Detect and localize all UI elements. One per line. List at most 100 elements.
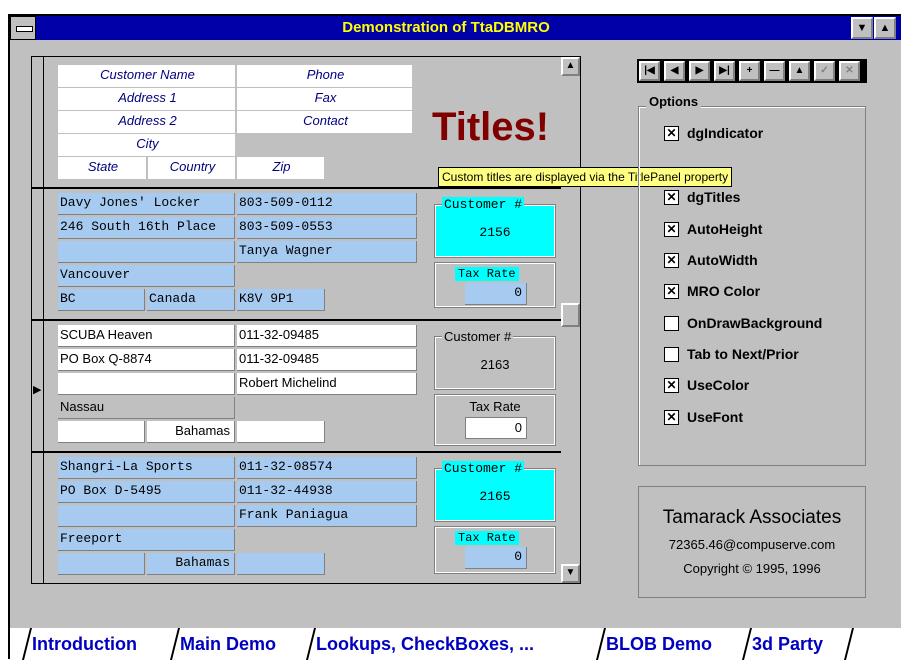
record-zip[interactable]: K8V 9P1 — [237, 289, 325, 311]
checkbox-checked-icon[interactable]: ✕ — [664, 377, 679, 393]
record-state[interactable]: BC — [58, 289, 145, 311]
title-contact: Contact — [237, 111, 412, 133]
checkbox-checked-icon[interactable]: ✕ — [664, 189, 679, 205]
tax-rate-value[interactable]: 0 — [465, 547, 527, 569]
record-phone[interactable]: 011-32-08574 — [237, 457, 417, 479]
nav-post-button[interactable]: ✓ — [814, 61, 835, 81]
record-address2[interactable] — [58, 373, 235, 395]
record-zip[interactable] — [237, 553, 325, 575]
record-address1[interactable]: PO Box D-5495 — [58, 481, 235, 503]
scroll-up-button[interactable]: ▲ — [561, 57, 580, 76]
checkbox-checked-icon[interactable]: ✕ — [664, 283, 679, 299]
option-autowidth[interactable]: ✕ AutoWidth — [664, 251, 758, 269]
tab-3d-party[interactable]: 3d Party — [752, 630, 823, 658]
nav-last-button[interactable]: ▶| — [714, 61, 735, 81]
checkbox-unchecked-icon[interactable] — [664, 346, 679, 362]
option-dgindicator[interactable]: ✕ dgIndicator — [664, 124, 763, 142]
record-address2[interactable] — [58, 505, 235, 527]
scroll-down-button[interactable]: ▼ — [561, 564, 580, 583]
record-country[interactable]: Bahamas — [147, 553, 235, 575]
record-phone[interactable]: 011-32-09485 — [237, 325, 417, 347]
checkbox-checked-icon[interactable]: ✕ — [664, 221, 679, 237]
option-label: AutoWidth — [687, 252, 758, 268]
tab-lookups-checkboxes[interactable]: Lookups, CheckBoxes, ... — [316, 630, 534, 658]
scroll-down-icon: ▼ — [565, 567, 576, 578]
nav-cancel-button[interactable]: ✕ — [839, 61, 860, 81]
last-record-icon: ▶| — [719, 65, 730, 76]
about-panel: Tamarack Associates 72365.46@compuserve.… — [638, 486, 866, 598]
record-city[interactable]: Vancouver — [58, 265, 235, 287]
record-fax[interactable]: 803-509-0553 — [237, 217, 417, 239]
record-state[interactable] — [58, 553, 145, 575]
title-zip: Zip — [237, 157, 324, 179]
record-city[interactable]: Freeport — [58, 529, 235, 551]
record-contact[interactable]: Frank Paniagua — [237, 505, 417, 527]
maximize-button[interactable]: ▲ — [874, 17, 896, 39]
record-fax[interactable]: 011-32-44938 — [237, 481, 417, 503]
system-menu-button[interactable] — [10, 16, 36, 40]
record-phone[interactable]: 803-509-0112 — [237, 193, 417, 215]
delete-icon: — — [769, 65, 780, 76]
option-label: dgTitles — [687, 189, 741, 205]
customer-number-value: 2156 — [479, 225, 511, 240]
option-usecolor[interactable]: ✕ UseColor — [664, 376, 749, 394]
checkbox-checked-icon[interactable]: ✕ — [664, 409, 679, 425]
current-record-indicator: ▶ — [33, 384, 42, 396]
tab-divider — [170, 628, 180, 660]
record-fax[interactable]: 011-32-09485 — [237, 349, 417, 371]
record-contact[interactable]: Robert Michelind — [237, 373, 417, 395]
tab-main-demo[interactable]: Main Demo — [180, 630, 277, 658]
contact-email: 72365.46@compuserve.com — [668, 537, 836, 552]
customer-number-value: 2163 — [480, 357, 510, 372]
option-ondrawbackground[interactable]: OnDrawBackground — [664, 314, 822, 332]
option-label: OnDrawBackground — [687, 315, 823, 331]
option-mro-color[interactable]: ✕ MRO Color — [664, 282, 760, 300]
maximize-icon: ▲ — [879, 22, 891, 34]
mro-grid[interactable]: Customer Name Phone Address 1 Fax Addres… — [31, 56, 581, 584]
option-usefont[interactable]: ✕ UseFont — [664, 408, 743, 426]
record-name[interactable]: Shangri-La Sports — [58, 457, 235, 479]
checkbox-checked-icon[interactable]: ✕ — [664, 125, 679, 141]
record-country[interactable]: Canada — [147, 289, 235, 311]
minimize-icon: ▼ — [856, 22, 868, 34]
record-country[interactable]: Bahamas — [147, 421, 235, 443]
option-label: UseFont — [687, 409, 743, 425]
record-address2[interactable] — [58, 241, 235, 263]
record-zip[interactable] — [237, 421, 325, 443]
option-autoheight[interactable]: ✕ AutoHeight — [664, 220, 762, 238]
tax-rate-label: Tax Rate — [455, 531, 519, 545]
tax-rate-value[interactable]: 0 — [465, 417, 527, 439]
db-navigator: |◀ ◀ ▶ ▶| + — ▲ ✓ ✕ — [637, 59, 867, 83]
edit-icon: ▲ — [794, 65, 805, 76]
titles-big-label: Titles! — [432, 105, 550, 149]
record-name[interactable]: SCUBA Heaven — [58, 325, 235, 347]
record-name[interactable]: Davy Jones' Locker — [58, 193, 235, 215]
record-city[interactable]: Nassau — [58, 397, 235, 419]
tab-divider — [742, 628, 752, 660]
option-dgtitles[interactable]: ✕ dgTitles — [664, 188, 740, 206]
option-label: UseColor — [687, 377, 750, 393]
scrollbar-thumb[interactable] — [561, 303, 580, 327]
checkbox-unchecked-icon[interactable] — [664, 315, 679, 331]
nav-first-button[interactable]: |◀ — [639, 61, 660, 81]
tax-rate-value[interactable]: 0 — [465, 283, 527, 305]
customer-number-label: Customer # — [442, 329, 514, 344]
option-label: Tab to Next/Prior — [687, 346, 799, 362]
nav-insert-button[interactable]: + — [739, 61, 760, 81]
row-separator — [32, 319, 580, 321]
nav-edit-button[interactable]: ▲ — [789, 61, 810, 81]
next-record-icon: ▶ — [695, 65, 704, 76]
tab-introduction[interactable]: Introduction — [32, 630, 137, 658]
minimize-button[interactable]: ▼ — [851, 17, 873, 39]
record-contact[interactable]: Tanya Wagner — [237, 241, 417, 263]
option-tab-next-prior[interactable]: Tab to Next/Prior — [664, 345, 799, 363]
record-state[interactable] — [58, 421, 145, 443]
nav-delete-button[interactable]: — — [764, 61, 785, 81]
nav-next-button[interactable]: ▶ — [689, 61, 710, 81]
record-address1[interactable]: 246 South 16th Place — [58, 217, 235, 239]
record-address1[interactable]: PO Box Q-8874 — [58, 349, 235, 371]
tab-blob-demo[interactable]: BLOB Demo — [606, 630, 712, 658]
nav-prior-button[interactable]: ◀ — [664, 61, 685, 81]
title-customer-name: Customer Name — [58, 65, 235, 87]
checkbox-checked-icon[interactable]: ✕ — [664, 252, 679, 268]
